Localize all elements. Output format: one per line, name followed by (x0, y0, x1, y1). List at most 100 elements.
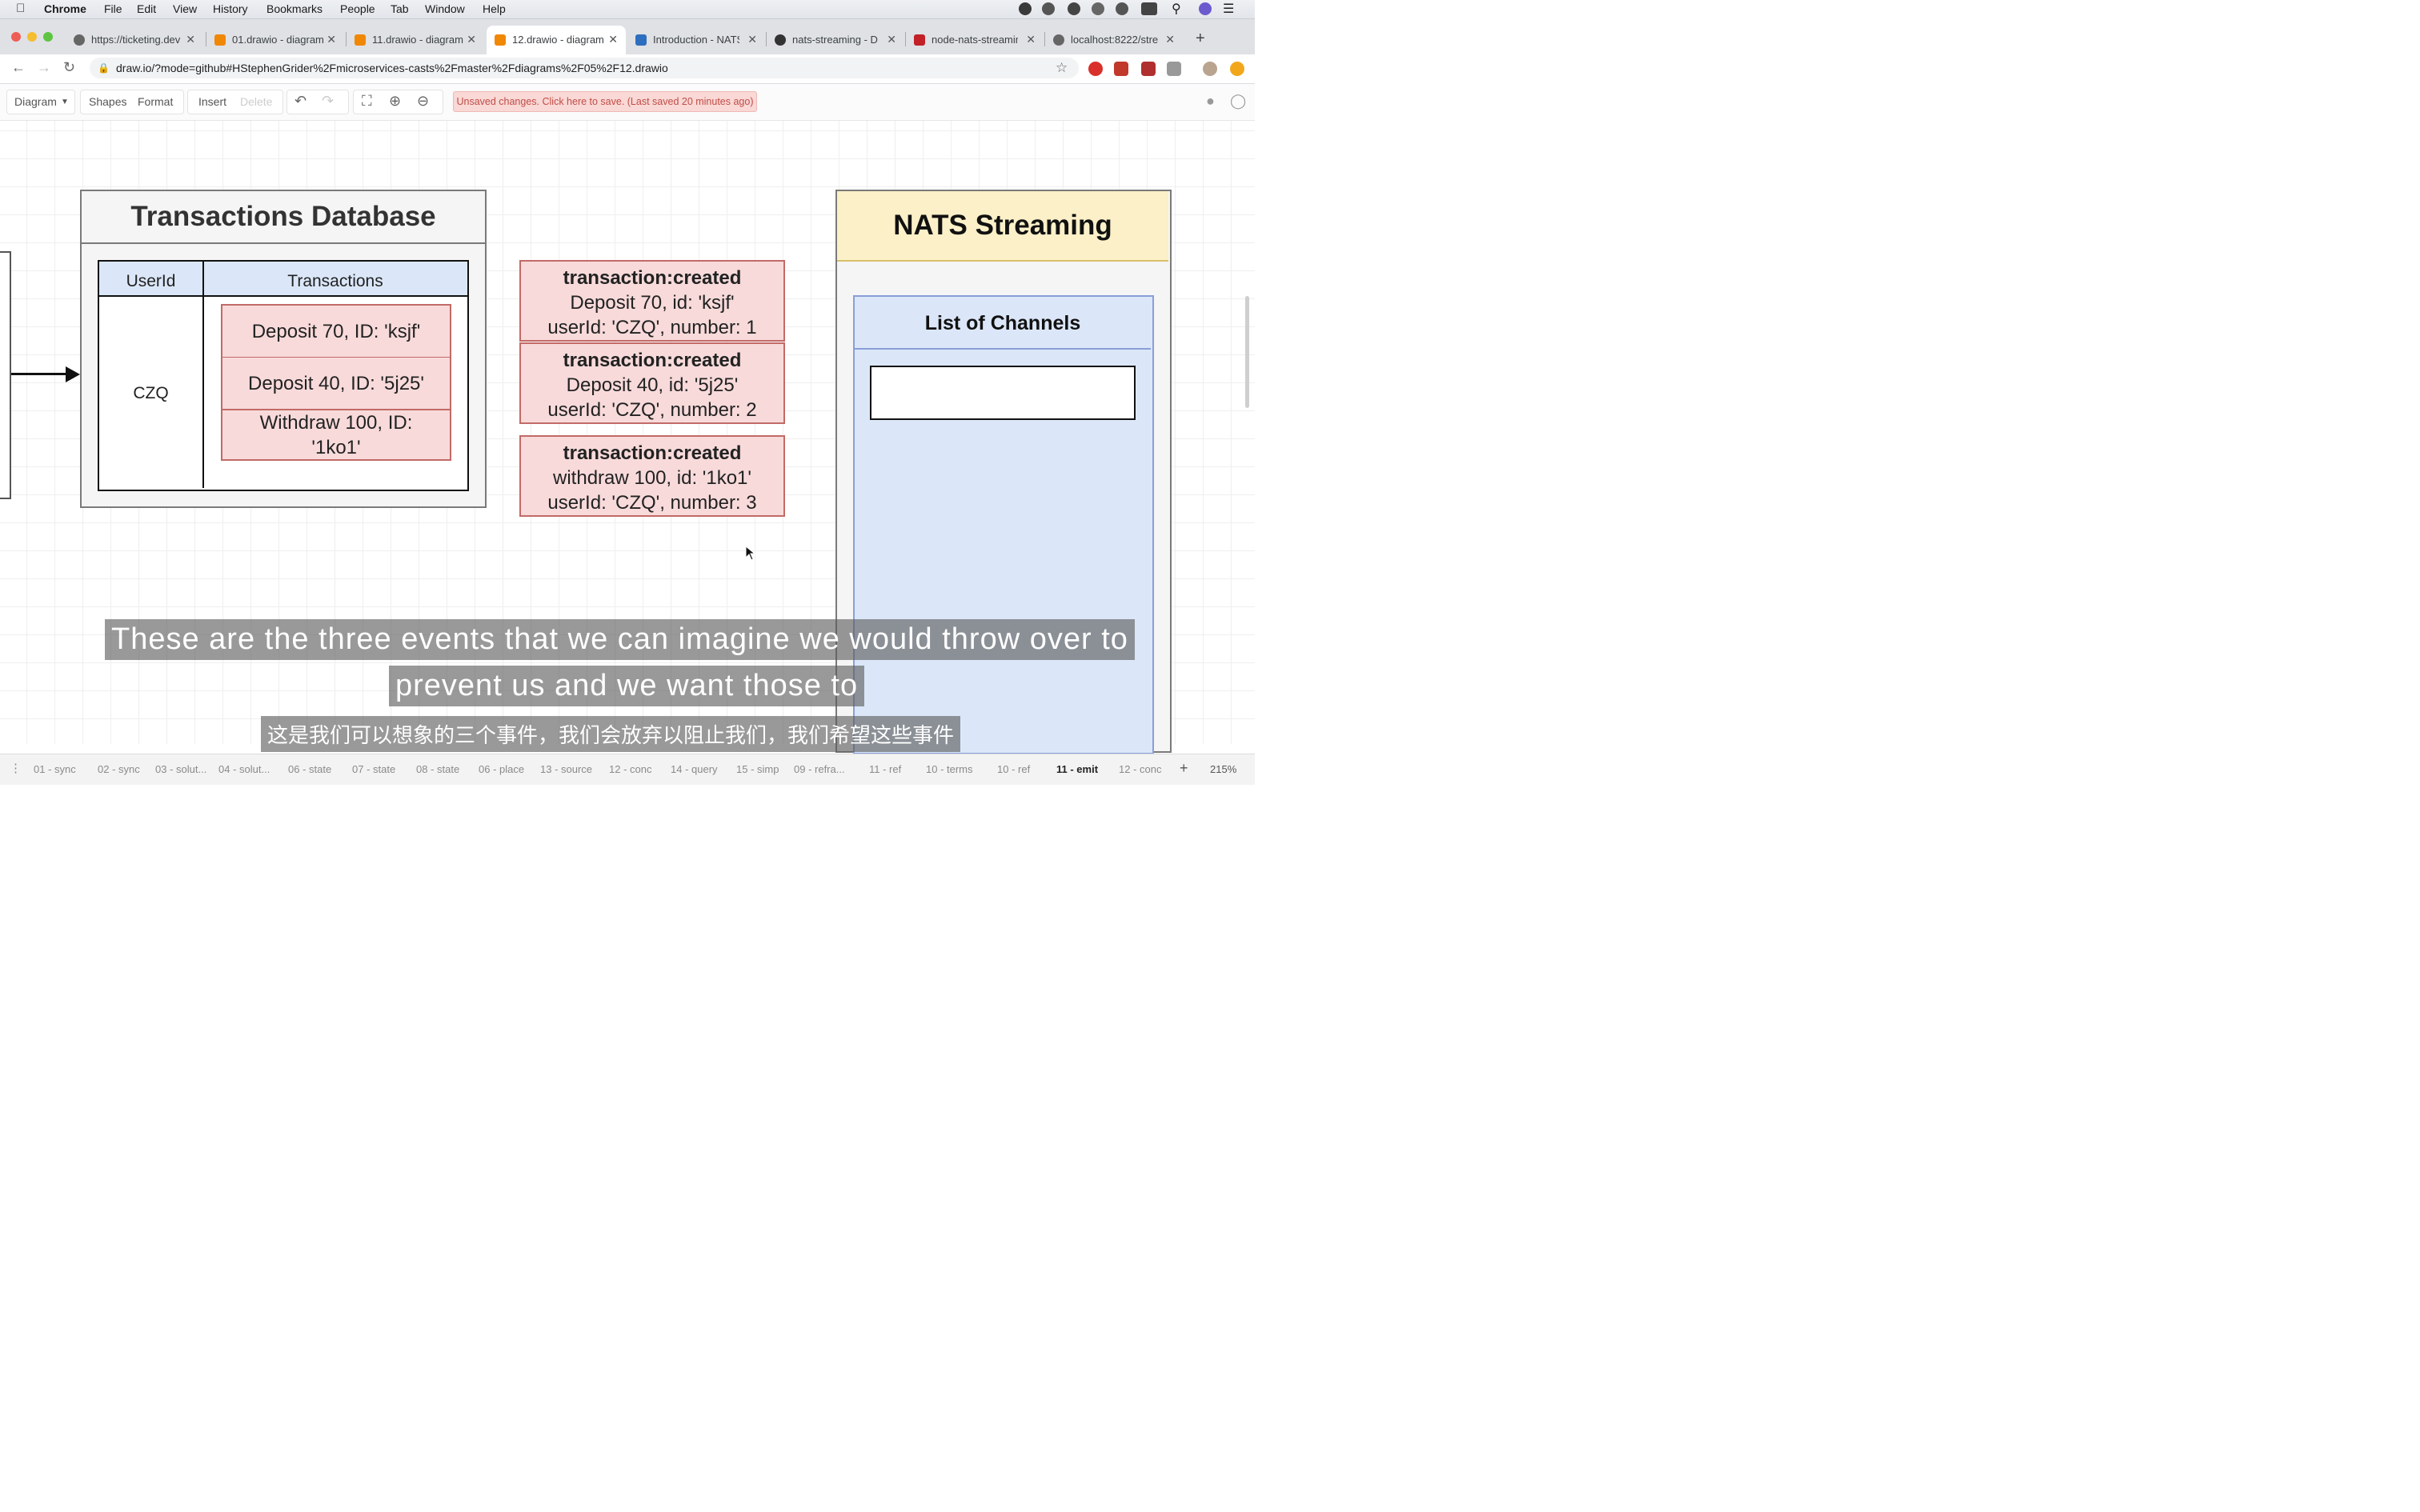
browser-tab[interactable]: 01.drawio - diagram ✕ (206, 27, 344, 53)
tray-app-icon[interactable] (1019, 2, 1032, 15)
page-tab[interactable]: 12 - conc (1119, 763, 1161, 775)
browser-tab[interactable]: nats-streaming - D ✕ (767, 27, 904, 53)
page-tab[interactable]: 13 - source (540, 763, 592, 775)
reload-icon[interactable]: ↻ (63, 59, 75, 76)
event-box[interactable]: transaction:created Deposit 40, id: '5j2… (519, 342, 785, 424)
browser-tab[interactable]: node-nats-streaming ✕ (906, 27, 1044, 53)
extension-icon[interactable] (1141, 62, 1156, 76)
close-tab-icon[interactable]: ✕ (1165, 33, 1175, 46)
diagram-menu-label[interactable]: Diagram (14, 95, 57, 108)
offscreen-service-box[interactable] (0, 251, 11, 499)
redo-icon[interactable]: ↷ (322, 93, 334, 110)
siri-icon[interactable] (1199, 2, 1212, 15)
tray-app-icon[interactable] (1042, 2, 1055, 15)
page-tab[interactable]: 14 - query (671, 763, 718, 775)
event-line: Deposit 70, id: 'ksjf' (570, 292, 735, 314)
shapes-button[interactable]: Shapes (89, 95, 126, 108)
url-text[interactable]: draw.io/?mode=github#HStephenGrider%2Fmi… (116, 62, 668, 74)
page-tab[interactable]: 04 - solut... (218, 763, 270, 775)
zoom-level[interactable]: 215% (1210, 763, 1236, 775)
menu-tab[interactable]: Tab (391, 2, 409, 15)
new-tab-icon[interactable]: + (1196, 30, 1205, 48)
menu-help[interactable]: Help (483, 2, 506, 15)
menu-people[interactable]: People (340, 2, 375, 15)
close-tab-icon[interactable]: ✕ (747, 33, 757, 46)
close-tab-icon[interactable]: ✕ (608, 33, 618, 46)
avatar[interactable] (1203, 62, 1217, 76)
page-tab[interactable]: 11 - ref (869, 763, 901, 775)
page-menu-icon[interactable]: ⋮ (10, 761, 22, 775)
notification-center-icon[interactable]: ☰ (1223, 1, 1234, 17)
page-tab[interactable]: 02 - sync (98, 763, 140, 775)
transaction-entry[interactable]: Deposit 70, ID: 'ksjf' (221, 304, 451, 358)
insert-button[interactable]: Insert (198, 95, 226, 108)
browser-tab[interactable]: Introduction - NATS ✕ (627, 27, 765, 53)
browser-tab[interactable]: localhost:8222/stre ✕ (1045, 27, 1183, 53)
add-page-icon[interactable]: + (1180, 760, 1188, 777)
page-tab[interactable]: 06 - place (479, 763, 524, 775)
close-window-icon[interactable] (11, 32, 21, 42)
minimize-window-icon[interactable] (27, 32, 37, 42)
transaction-entry[interactable]: Withdraw 100, ID: '1ko1' (221, 410, 451, 461)
close-tab-icon[interactable]: ✕ (887, 33, 896, 46)
menu-window[interactable]: Window (425, 2, 465, 15)
zoom-in-icon[interactable]: ⊕ (389, 93, 401, 110)
glasses-icon[interactable] (1092, 2, 1104, 15)
extension-icon[interactable] (1088, 62, 1103, 76)
delete-button[interactable]: Delete (240, 95, 272, 108)
page-tab[interactable]: 07 - state (352, 763, 395, 775)
page-tab[interactable]: 01 - sync (34, 763, 76, 775)
browser-tab[interactable]: https://ticketing.dev ✕ (66, 27, 203, 53)
unsaved-changes-banner[interactable]: Unsaved changes. Click here to save. (La… (453, 91, 757, 112)
fullscreen-icon[interactable]: ⛶ (362, 93, 372, 110)
close-tab-icon[interactable]: ✕ (186, 33, 195, 46)
browser-tab[interactable]: 11.drawio - diagram ✕ (347, 27, 484, 53)
apple-icon[interactable]:  (16, 2, 25, 15)
page-tab[interactable]: 03 - solut... (155, 763, 206, 775)
undo-icon[interactable]: ↶ (294, 93, 307, 110)
format-button[interactable]: Format (138, 95, 173, 108)
event-line: userId: 'CZQ', number: 1 (547, 317, 757, 338)
menu-history[interactable]: History (213, 2, 248, 15)
bookmark-star-icon[interactable]: ☆ (1056, 60, 1068, 76)
transaction-entry[interactable]: Deposit 40, ID: '5j25' (221, 357, 451, 410)
user-icon[interactable]: ● (1206, 93, 1215, 110)
close-tab-icon[interactable]: ✕ (327, 33, 336, 46)
extension-icon[interactable] (1230, 62, 1244, 76)
back-icon[interactable]: ← (11, 59, 26, 76)
forward-icon[interactable]: → (37, 59, 51, 76)
docker-icon[interactable] (1068, 2, 1080, 15)
close-tab-icon[interactable]: ✕ (467, 33, 476, 46)
lock-icon[interactable]: 🔒 (98, 62, 110, 74)
tab-title: Introduction - NATS (653, 34, 739, 46)
page-tab[interactable]: 08 - state (416, 763, 459, 775)
arrow-connector[interactable] (11, 373, 67, 375)
event-box[interactable]: transaction:created withdraw 100, id: '1… (519, 435, 785, 517)
page-tab[interactable]: 06 - state (288, 763, 331, 775)
page-tab-active[interactable]: 11 - emit (1056, 763, 1098, 775)
menu-file[interactable]: File (104, 2, 122, 15)
page-tab[interactable]: 09 - refra... (794, 763, 845, 775)
zoom-out-icon[interactable]: ⊖ (417, 93, 429, 110)
menu-edit[interactable]: Edit (137, 2, 156, 15)
channels-container[interactable] (853, 295, 1154, 754)
channel-box[interactable] (870, 366, 1136, 420)
battery-icon[interactable] (1141, 2, 1157, 15)
page-tab[interactable]: 15 - simp (736, 763, 779, 775)
close-tab-icon[interactable]: ✕ (1026, 33, 1036, 46)
menu-bookmarks[interactable]: Bookmarks (266, 2, 323, 15)
menu-app-name[interactable]: Chrome (44, 2, 86, 15)
language-globe-icon[interactable]: ◯ (1230, 93, 1246, 110)
menu-view[interactable]: View (173, 2, 197, 15)
page-tab[interactable]: 10 - terms (926, 763, 973, 775)
browser-tab-active[interactable]: 12.drawio - diagram ✕ (487, 26, 626, 54)
page-tab[interactable]: 12 - conc (609, 763, 651, 775)
spotlight-icon[interactable]: ⚲ (1172, 1, 1181, 17)
page-tab[interactable]: 10 - ref (997, 763, 1030, 775)
extension-icon[interactable] (1114, 62, 1128, 76)
maximize-window-icon[interactable] (43, 32, 53, 42)
wifi-icon[interactable] (1116, 2, 1128, 15)
extension-icon[interactable] (1167, 62, 1181, 76)
event-box[interactable]: transaction:created Deposit 70, id: 'ksj… (519, 260, 785, 342)
vertical-scrollbar[interactable] (1245, 296, 1249, 408)
